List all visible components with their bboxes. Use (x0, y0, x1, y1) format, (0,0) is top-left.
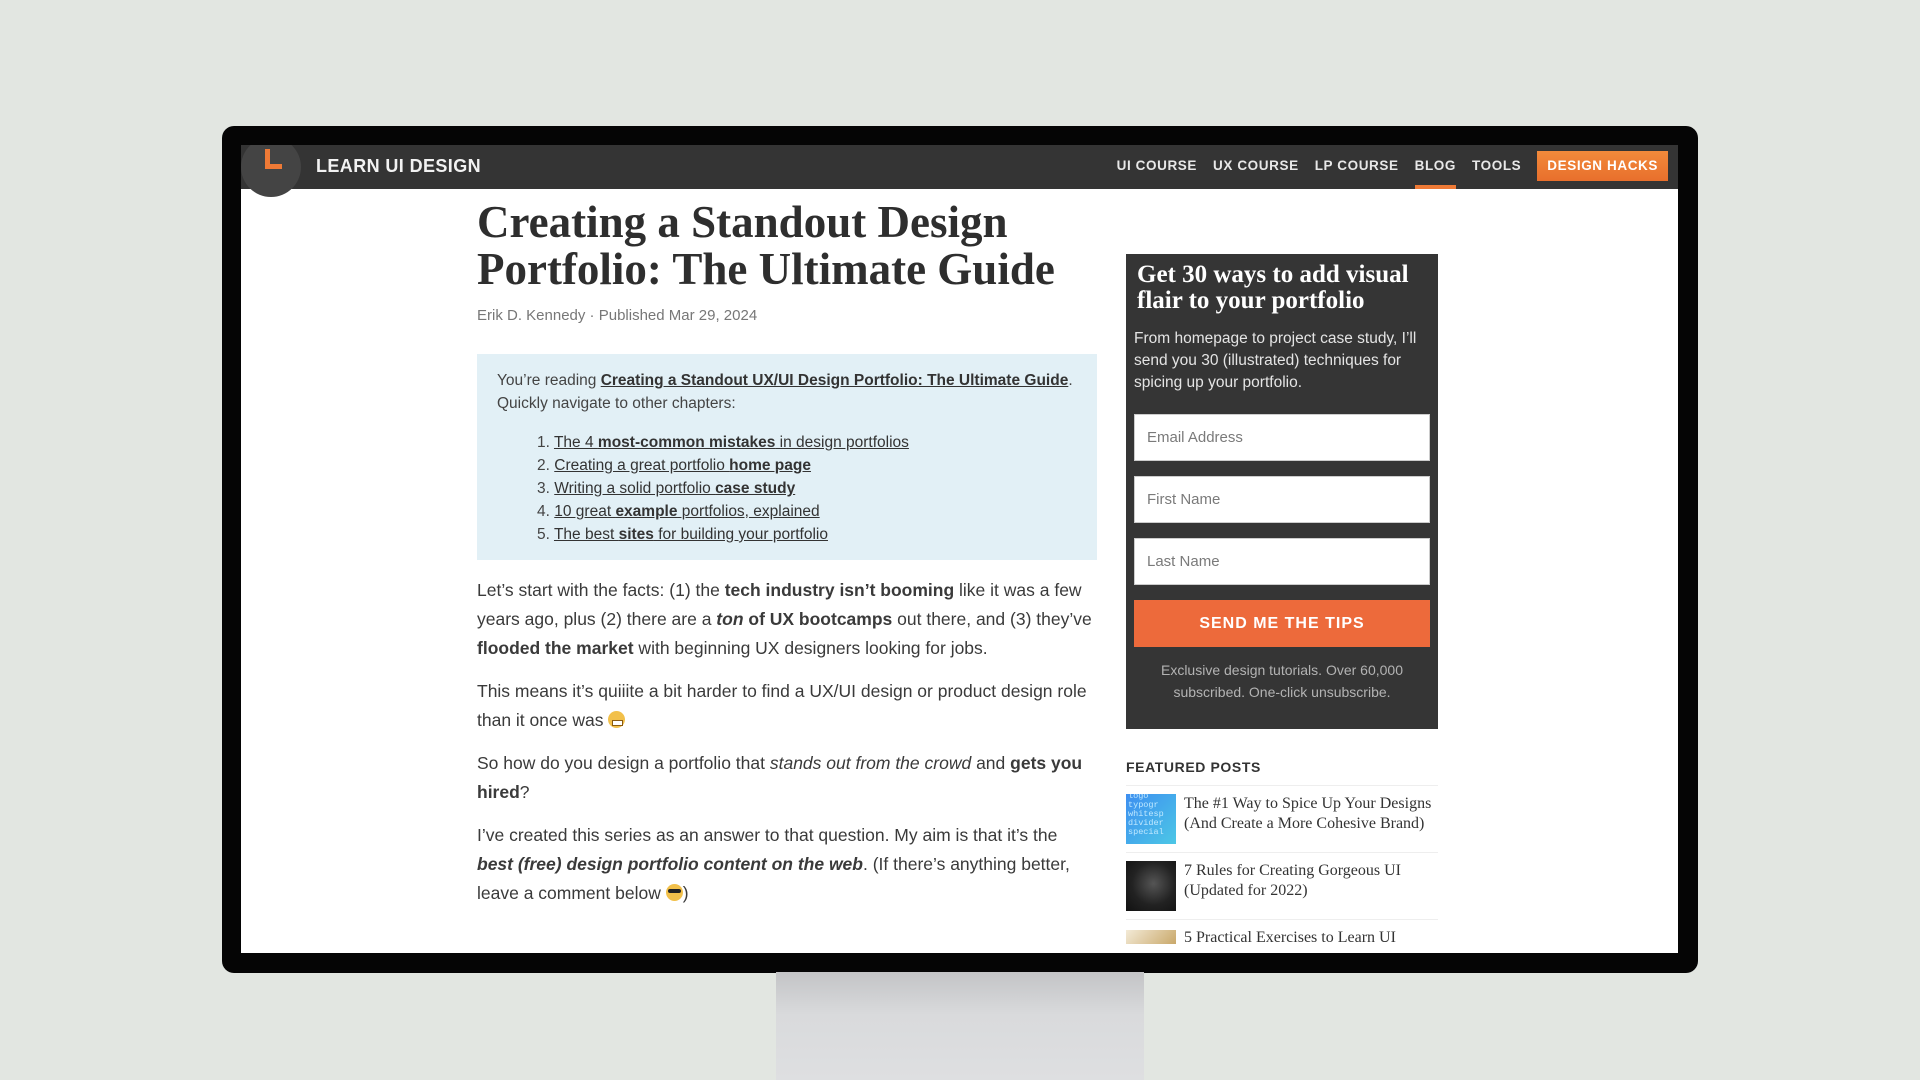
article-title: Creating a Standout Design Portfolio: Th… (477, 197, 1055, 294)
series-navigation-box: You’re reading Creating a Standout UX/UI… (477, 354, 1097, 560)
nav-link-ui-course[interactable]: UI COURSE (1117, 151, 1197, 181)
nav-link-ux-course[interactable]: UX COURSE (1213, 151, 1299, 181)
featured-post[interactable]: 5 Practical Exercises to Learn UI (1126, 920, 1438, 953)
signup-title: Get 30 ways to add visual flair to your … (1137, 261, 1409, 314)
signup-description: From homepage to project case study, I’l… (1134, 330, 1417, 391)
first-name-field[interactable] (1134, 476, 1430, 523)
publish-date: Published Mar 29, 2024 (598, 307, 758, 324)
chapter-number: 4. (537, 503, 550, 520)
series-link[interactable]: Creating a Standout UX/UI Design Portfol… (601, 372, 1069, 389)
chapter-item: 3. Writing a solid portfolio case study (537, 477, 1077, 500)
nav-links: UI COURSE UX COURSE LP COURSE BLOG TOOLS… (1117, 151, 1668, 189)
paragraph-2: This means it’s quiiite a bit harder to … (477, 681, 1087, 730)
nav-link-blog[interactable]: BLOG (1414, 151, 1457, 189)
featured-posts-heading: FEATURED POSTS (1126, 759, 1438, 786)
newsletter-signup-box: Get 30 ways to add visual flair to your … (1126, 254, 1438, 729)
last-name-field[interactable] (1134, 538, 1430, 585)
nav-link-lp-course[interactable]: LP COURSE (1315, 151, 1399, 181)
grimacing-face-icon (608, 711, 626, 728)
chapter-link-examples[interactable]: 10 great example portfolios, explained (554, 503, 819, 520)
ui-screens-thumbnail-icon (1126, 861, 1176, 911)
toc-intro: You’re reading Creating a Standout UX/UI… (497, 370, 1077, 415)
author-name[interactable]: Erik D. Kennedy (477, 307, 585, 324)
chapter-number: 2. (537, 457, 550, 474)
brand-name[interactable]: LEARN UI DESIGN (316, 156, 481, 177)
chapter-number: 3. (537, 480, 550, 497)
article: Creating a Standout Design Portfolio: Th… (477, 185, 1097, 908)
chapter-item: 5. The best sites for building your port… (537, 523, 1077, 546)
design-hacks-button[interactable]: DESIGN HACKS (1537, 151, 1668, 181)
nav-link-tools[interactable]: TOOLS (1472, 151, 1521, 181)
logo-l-icon (265, 149, 282, 169)
chapter-number: 1. (537, 434, 550, 451)
featured-posts: FEATURED POSTS The #1 Way to Spice Up Yo… (1126, 759, 1438, 953)
paragraph-1: Let’s start with the facts: (1) the tech… (477, 580, 1092, 658)
chapter-item: 4. 10 great example portfolios, explaine… (537, 500, 1077, 523)
monitor-stand (776, 972, 1144, 1080)
logo[interactable] (241, 145, 301, 197)
byline-separator: · (585, 307, 599, 324)
chapter-link-sites[interactable]: The best sites for building your portfol… (554, 526, 828, 543)
featured-post-title[interactable]: 5 Practical Exercises to Learn UI (1184, 928, 1396, 948)
top-nav: LEARN UI DESIGN UI COURSE UX COURSE LP C… (241, 145, 1678, 197)
exercise-thumbnail-icon (1126, 930, 1176, 944)
toc-intro-prefix: You’re reading (497, 372, 601, 389)
email-field[interactable] (1134, 414, 1430, 461)
chapter-item: 2. Creating a great portfolio home page (537, 454, 1077, 477)
send-tips-button[interactable]: SEND ME THE TIPS (1134, 600, 1430, 647)
typography-thumbnail-icon (1126, 794, 1176, 844)
chapter-link-home-page[interactable]: Creating a great portfolio home page (554, 457, 811, 474)
chapter-list: 1. The 4 most-common mistakes in design … (537, 431, 1077, 546)
chapter-number: 5. (537, 526, 550, 543)
featured-post[interactable]: 7 Rules for Creating Gorgeous UI (Update… (1126, 853, 1438, 920)
signup-note: Exclusive design tutorials. Over 60,000 … (1160, 662, 1403, 700)
featured-post[interactable]: The #1 Way to Spice Up Your Designs (And… (1126, 786, 1438, 853)
paragraph-3: So how do you design a portfolio that st… (477, 753, 1083, 802)
chapter-item: 1. The 4 most-common mistakes in design … (537, 431, 1077, 454)
sunglasses-face-icon (665, 884, 683, 901)
featured-post-title[interactable]: 7 Rules for Creating Gorgeous UI (Update… (1184, 861, 1438, 911)
browser-page: LEARN UI DESIGN UI COURSE UX COURSE LP C… (241, 145, 1678, 953)
chapter-link-case-study[interactable]: Writing a solid portfolio case study (554, 480, 795, 497)
byline: Erik D. Kennedy · Published Mar 29, 2024 (477, 307, 1097, 324)
paragraph-4: I’ve created this series as an answer to… (477, 825, 1070, 903)
chapter-link-mistakes[interactable]: The 4 most-common mistakes in design por… (554, 434, 909, 451)
featured-post-title[interactable]: The #1 Way to Spice Up Your Designs (And… (1184, 794, 1438, 844)
